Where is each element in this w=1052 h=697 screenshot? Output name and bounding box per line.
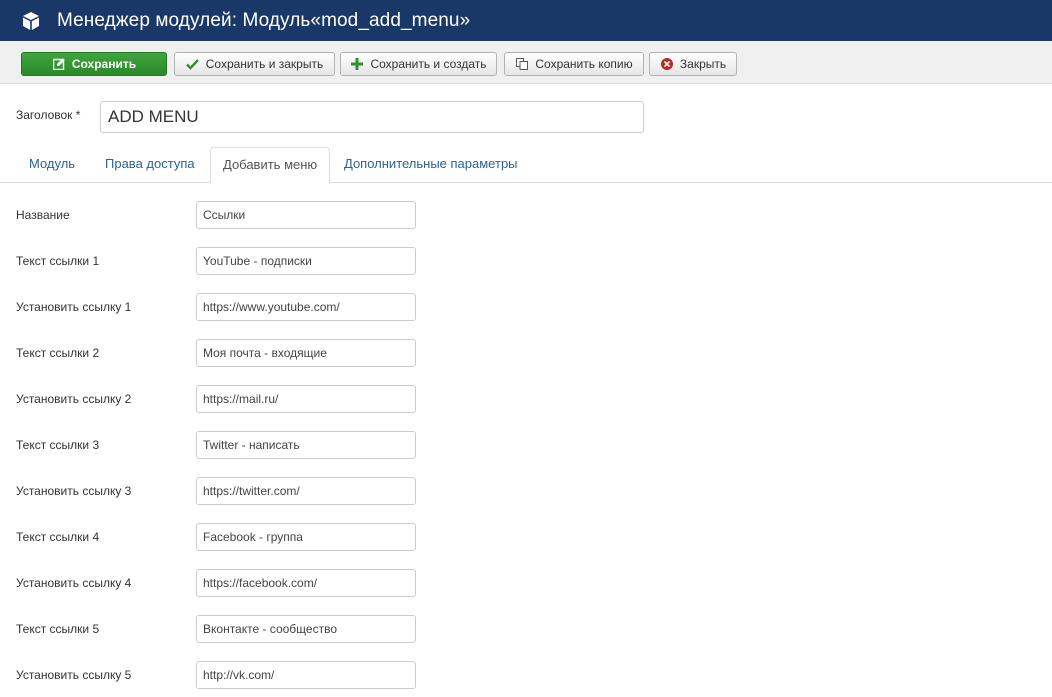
copy-icon (515, 57, 529, 71)
field-label: Текст ссылки 1 (16, 254, 100, 268)
toolbar: Сохранить Сохранить и закрыть Сохранить … (0, 41, 1052, 84)
tab-bar: Модуль Права доступа Добавить меню Допол… (0, 147, 1052, 184)
check-icon (186, 57, 200, 71)
field-label: Установить ссылку 5 (16, 668, 132, 682)
field-label: Текст ссылки 2 (16, 346, 100, 360)
save-as-copy-button[interactable]: Сохранить копию (504, 52, 644, 76)
save-button[interactable]: Сохранить (21, 52, 167, 76)
edit-icon (52, 57, 66, 71)
link-url-1-input[interactable] (196, 293, 416, 321)
link-url-2-input[interactable] (196, 385, 416, 413)
title-input[interactable] (100, 101, 644, 133)
field-label: Текст ссылки 5 (16, 622, 100, 636)
link-url-4-input[interactable] (196, 569, 416, 597)
app-header: Менеджер модулей: Модуль«mod_add_menu» (0, 0, 1052, 41)
cube-icon (21, 11, 41, 31)
save-button-label: Сохранить (71, 57, 137, 71)
tab-add-menu[interactable]: Добавить меню (210, 147, 331, 184)
field-label: Установить ссылку 3 (16, 484, 132, 498)
tab-advanced-options[interactable]: Дополнительные параметры (332, 147, 530, 183)
field-label: Текст ссылки 3 (16, 438, 100, 452)
save-and-new-button[interactable]: Сохранить и создать (340, 52, 497, 76)
save-and-new-label: Сохранить и создать (370, 57, 487, 71)
link-text-1-input[interactable] (196, 247, 416, 275)
save-as-copy-label: Сохранить копию (535, 57, 633, 71)
title-field-label: Заголовок * (16, 108, 81, 122)
field-label: Установить ссылку 4 (16, 576, 132, 590)
menu-name-input[interactable] (196, 201, 416, 229)
link-url-3-input[interactable] (196, 477, 416, 505)
field-label: Текст ссылки 4 (16, 530, 100, 544)
page-title: Менеджер модулей: Модуль«mod_add_menu» (57, 9, 471, 31)
plus-icon (350, 57, 364, 71)
field-label: Установить ссылку 2 (16, 392, 132, 406)
link-text-2-input[interactable] (196, 339, 416, 367)
link-url-5-input[interactable] (196, 661, 416, 689)
link-text-5-input[interactable] (196, 615, 416, 643)
close-button-label: Закрыть (679, 57, 727, 71)
close-circle-icon (660, 57, 674, 71)
save-and-close-button[interactable]: Сохранить и закрыть (174, 52, 335, 76)
field-label: Название (16, 208, 70, 222)
link-text-4-input[interactable] (196, 523, 416, 551)
tab-module[interactable]: Модуль (17, 147, 87, 183)
link-text-3-input[interactable] (196, 431, 416, 459)
field-label: Установить ссылку 1 (16, 300, 132, 314)
save-and-close-label: Сохранить и закрыть (205, 57, 324, 71)
close-button[interactable]: Закрыть (649, 52, 737, 76)
tab-permissions[interactable]: Права доступа (93, 147, 207, 183)
